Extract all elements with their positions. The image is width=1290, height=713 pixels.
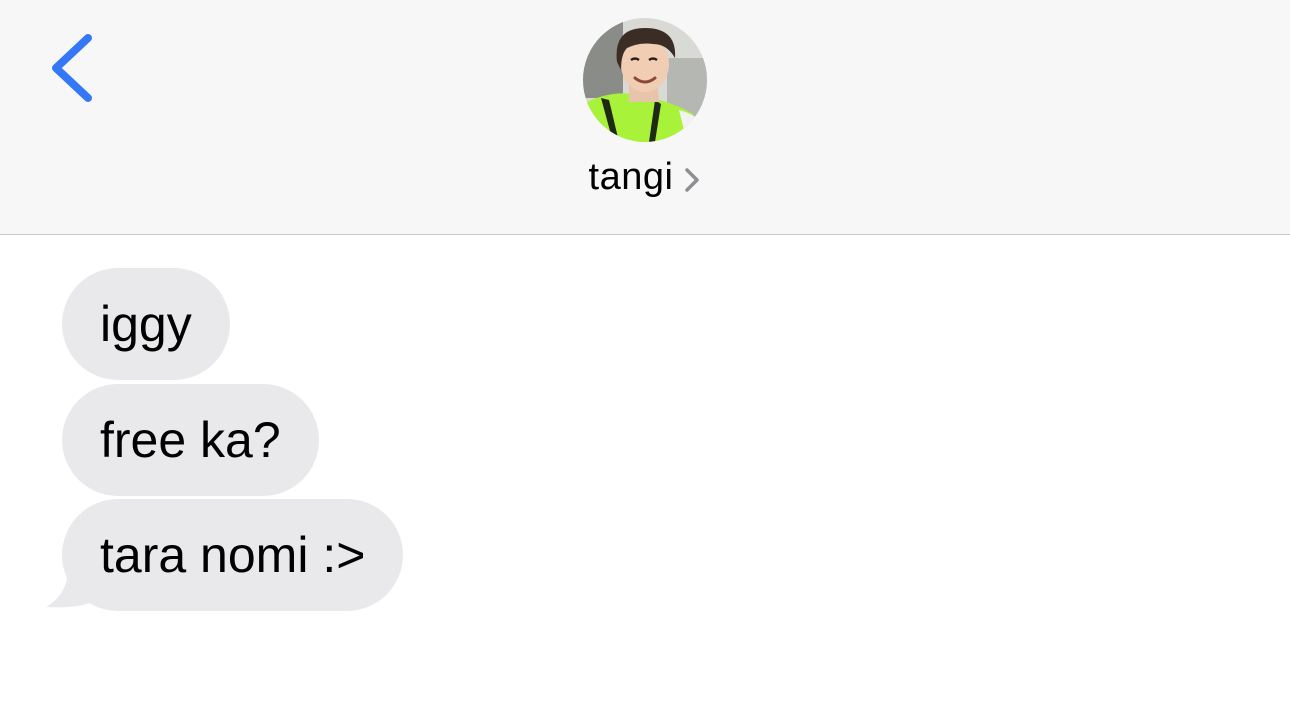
contact-avatar[interactable] — [583, 18, 707, 142]
received-message-bubble[interactable]: tara nomi :> — [62, 499, 404, 611]
received-message-bubble[interactable]: free ka? — [62, 384, 319, 496]
contact-name: tangi — [588, 156, 674, 198]
message-text: tara nomi :> — [100, 527, 366, 583]
conversation-header: tangi — [0, 0, 1290, 235]
avatar-photo — [583, 18, 707, 142]
messages-conversation-screen: tangi iggy free ka? tara nomi :> — [0, 0, 1290, 713]
chevron-right-icon — [685, 167, 700, 192]
received-message-bubble[interactable]: iggy — [62, 268, 230, 380]
contact-name-button[interactable]: tangi — [589, 156, 702, 199]
bubble-tail — [46, 565, 98, 608]
message-text: iggy — [100, 296, 192, 352]
contact-info: tangi — [0, 18, 1290, 218]
message-text: free ka? — [100, 412, 281, 468]
message-thread: iggy free ka? tara nomi :> — [0, 235, 1290, 713]
